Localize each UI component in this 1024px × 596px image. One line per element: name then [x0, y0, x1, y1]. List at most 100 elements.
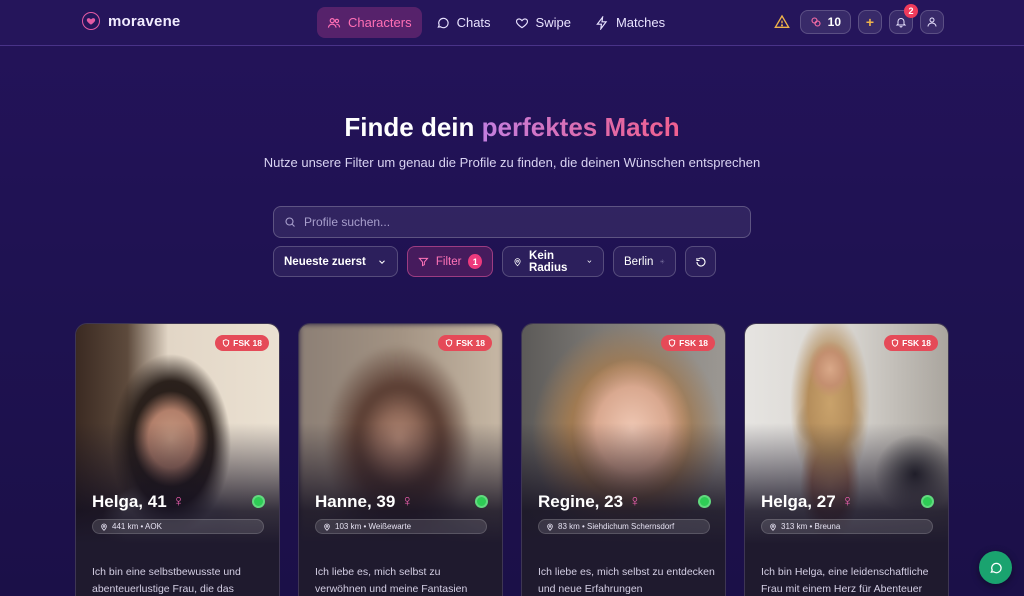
fsk-label: FSK 18 — [456, 338, 485, 348]
online-indicator — [921, 495, 934, 508]
funnel-icon — [418, 257, 429, 266]
map-pin-icon — [547, 523, 553, 531]
location-text: 441 km • AOK — [112, 522, 162, 531]
filter-button[interactable]: Filter 1 — [407, 246, 493, 277]
map-pin-icon — [514, 257, 521, 266]
nav-matches[interactable]: Matches — [585, 7, 675, 38]
fsk-badge: FSK 18 — [661, 335, 715, 351]
female-icon: ♀ — [401, 493, 414, 510]
location-text: 103 km • Weißewarte — [335, 522, 412, 531]
token-icon — [811, 17, 821, 27]
profile-card[interactable]: FSK 18 Hanne, 39 ♀ 103 km • Weißewarte I… — [298, 323, 503, 596]
fsk-label: FSK 18 — [902, 338, 931, 348]
search-bar[interactable] — [273, 206, 751, 238]
card-body: Ich liebe es, mich selbst zu entdecken u… — [522, 544, 725, 596]
profile-description: Ich liebe es, mich selbst zu entdecken u… — [538, 566, 715, 595]
bell-icon — [895, 18, 907, 28]
plus-icon: + — [865, 14, 875, 30]
location-text: 83 km • Siehdichum Schernsdorf — [558, 522, 675, 531]
filter-bar: Neueste zuerst Filter 1 Kein Radius Berl… — [273, 246, 716, 277]
radius-label: Kein Radius — [529, 249, 568, 274]
online-indicator — [475, 495, 488, 508]
filter-count-badge: 1 — [468, 254, 482, 269]
profile-name-text: Helga, 41 — [92, 492, 167, 511]
page-subtitle: Nutze unsere Filter um genau die Profile… — [263, 155, 761, 170]
page-title-prefix: Finde dein — [344, 112, 475, 142]
support-chat-button[interactable] — [979, 551, 1012, 584]
token-count: 10 — [827, 15, 841, 29]
brand[interactable]: moravene — [82, 12, 180, 30]
notifications-button[interactable]: 2 — [889, 4, 918, 34]
users-icon — [327, 17, 341, 28]
nav-actions: 10 + 2 — [773, 4, 944, 34]
card-body: Ich liebe es, mich selbst zu verwöhnen u… — [299, 544, 502, 596]
location-badge: 83 km • Siehdichum Schernsdorf — [538, 519, 710, 534]
page-title-accent: perfektes Match — [481, 112, 680, 142]
card-body: Ich bin eine selbstbewusste und abenteue… — [76, 544, 279, 596]
city-label: Berlin — [624, 255, 654, 268]
profile-name: Helga, 27 ♀ — [761, 492, 854, 512]
location-text: 313 km • Breuna — [781, 522, 841, 531]
add-tokens-button[interactable]: + — [858, 10, 882, 34]
profile-name: Regine, 23 ♀ — [538, 492, 641, 512]
nav-swipe-label: Swipe — [535, 15, 571, 30]
chevron-down-icon — [587, 260, 592, 263]
nav-chats[interactable]: Chats — [426, 7, 501, 38]
sort-select[interactable]: Neueste zuerst — [273, 246, 398, 277]
chevron-down-icon — [379, 259, 385, 264]
female-icon: ♀ — [172, 493, 185, 510]
top-navbar: moravene Characters Chats Swipe Matches … — [0, 0, 1024, 46]
female-icon: ♀ — [841, 493, 854, 510]
location-badge: 441 km • AOK — [92, 519, 264, 534]
shield-icon — [669, 339, 676, 347]
main-nav: Characters Chats Swipe Matches — [317, 7, 675, 38]
map-pin-icon — [770, 523, 776, 531]
chat-bubble-icon — [989, 562, 1002, 573]
profile-card[interactable]: FSK 18 Helga, 27 ♀ 313 km • Breuna Ich b… — [744, 323, 949, 596]
city-select[interactable]: Berlin — [613, 246, 676, 277]
map-pin-icon — [324, 523, 330, 531]
location-badge: 103 km • Weißewarte — [315, 519, 487, 534]
filter-label: Filter — [435, 255, 462, 268]
nav-chats-label: Chats — [456, 15, 491, 30]
profile-description: Ich bin eine selbstbewusste und abenteue… — [92, 566, 241, 595]
nav-characters-label: Characters — [348, 15, 412, 30]
online-indicator — [252, 495, 265, 508]
nav-swipe[interactable]: Swipe — [505, 7, 581, 38]
profile-name-text: Helga, 27 — [761, 492, 836, 511]
warning-icon[interactable] — [773, 14, 790, 30]
profile-name-text: Hanne, 39 — [315, 492, 396, 511]
nav-matches-label: Matches — [615, 15, 666, 30]
card-body: Ich bin Helga, eine leidenschaftliche Fr… — [745, 544, 948, 596]
radius-select[interactable]: Kein Radius — [502, 246, 604, 277]
search-input[interactable] — [304, 215, 750, 229]
lightning-icon — [596, 15, 608, 30]
search-icon — [285, 217, 295, 227]
fsk-badge: FSK 18 — [884, 335, 938, 351]
fsk-badge: FSK 18 — [215, 335, 269, 351]
profile-card[interactable]: FSK 18 Regine, 23 ♀ 83 km • Siehdichum S… — [521, 323, 726, 596]
profile-card[interactable]: FSK 18 Helga, 41 ♀ 441 km • AOK Ich bin … — [75, 323, 280, 596]
user-icon — [927, 17, 937, 27]
profile-name: Helga, 41 ♀ — [92, 492, 185, 512]
profile-description: Ich bin Helga, eine leidenschaftliche Fr… — [761, 566, 929, 595]
token-balance[interactable]: 10 — [799, 10, 851, 34]
online-indicator — [698, 495, 711, 508]
heart-logo-icon — [82, 12, 100, 30]
reset-icon — [695, 256, 706, 267]
reset-filters-button[interactable] — [685, 246, 716, 277]
shield-icon — [892, 339, 899, 347]
nav-characters[interactable]: Characters — [317, 7, 422, 38]
brand-name: moravene — [108, 12, 181, 30]
shield-icon — [446, 339, 453, 347]
profile-description: Ich liebe es, mich selbst zu verwöhnen u… — [315, 566, 468, 595]
shield-icon — [223, 339, 230, 347]
profile-name: Hanne, 39 ♀ — [315, 492, 413, 512]
profile-name-text: Regine, 23 — [538, 492, 624, 511]
fsk-label: FSK 18 — [233, 338, 262, 348]
profile-button[interactable] — [920, 10, 944, 34]
notification-badge: 2 — [904, 4, 918, 18]
map-pin-icon — [101, 523, 107, 531]
fsk-label: FSK 18 — [679, 338, 708, 348]
chat-bubble-icon — [436, 17, 449, 28]
